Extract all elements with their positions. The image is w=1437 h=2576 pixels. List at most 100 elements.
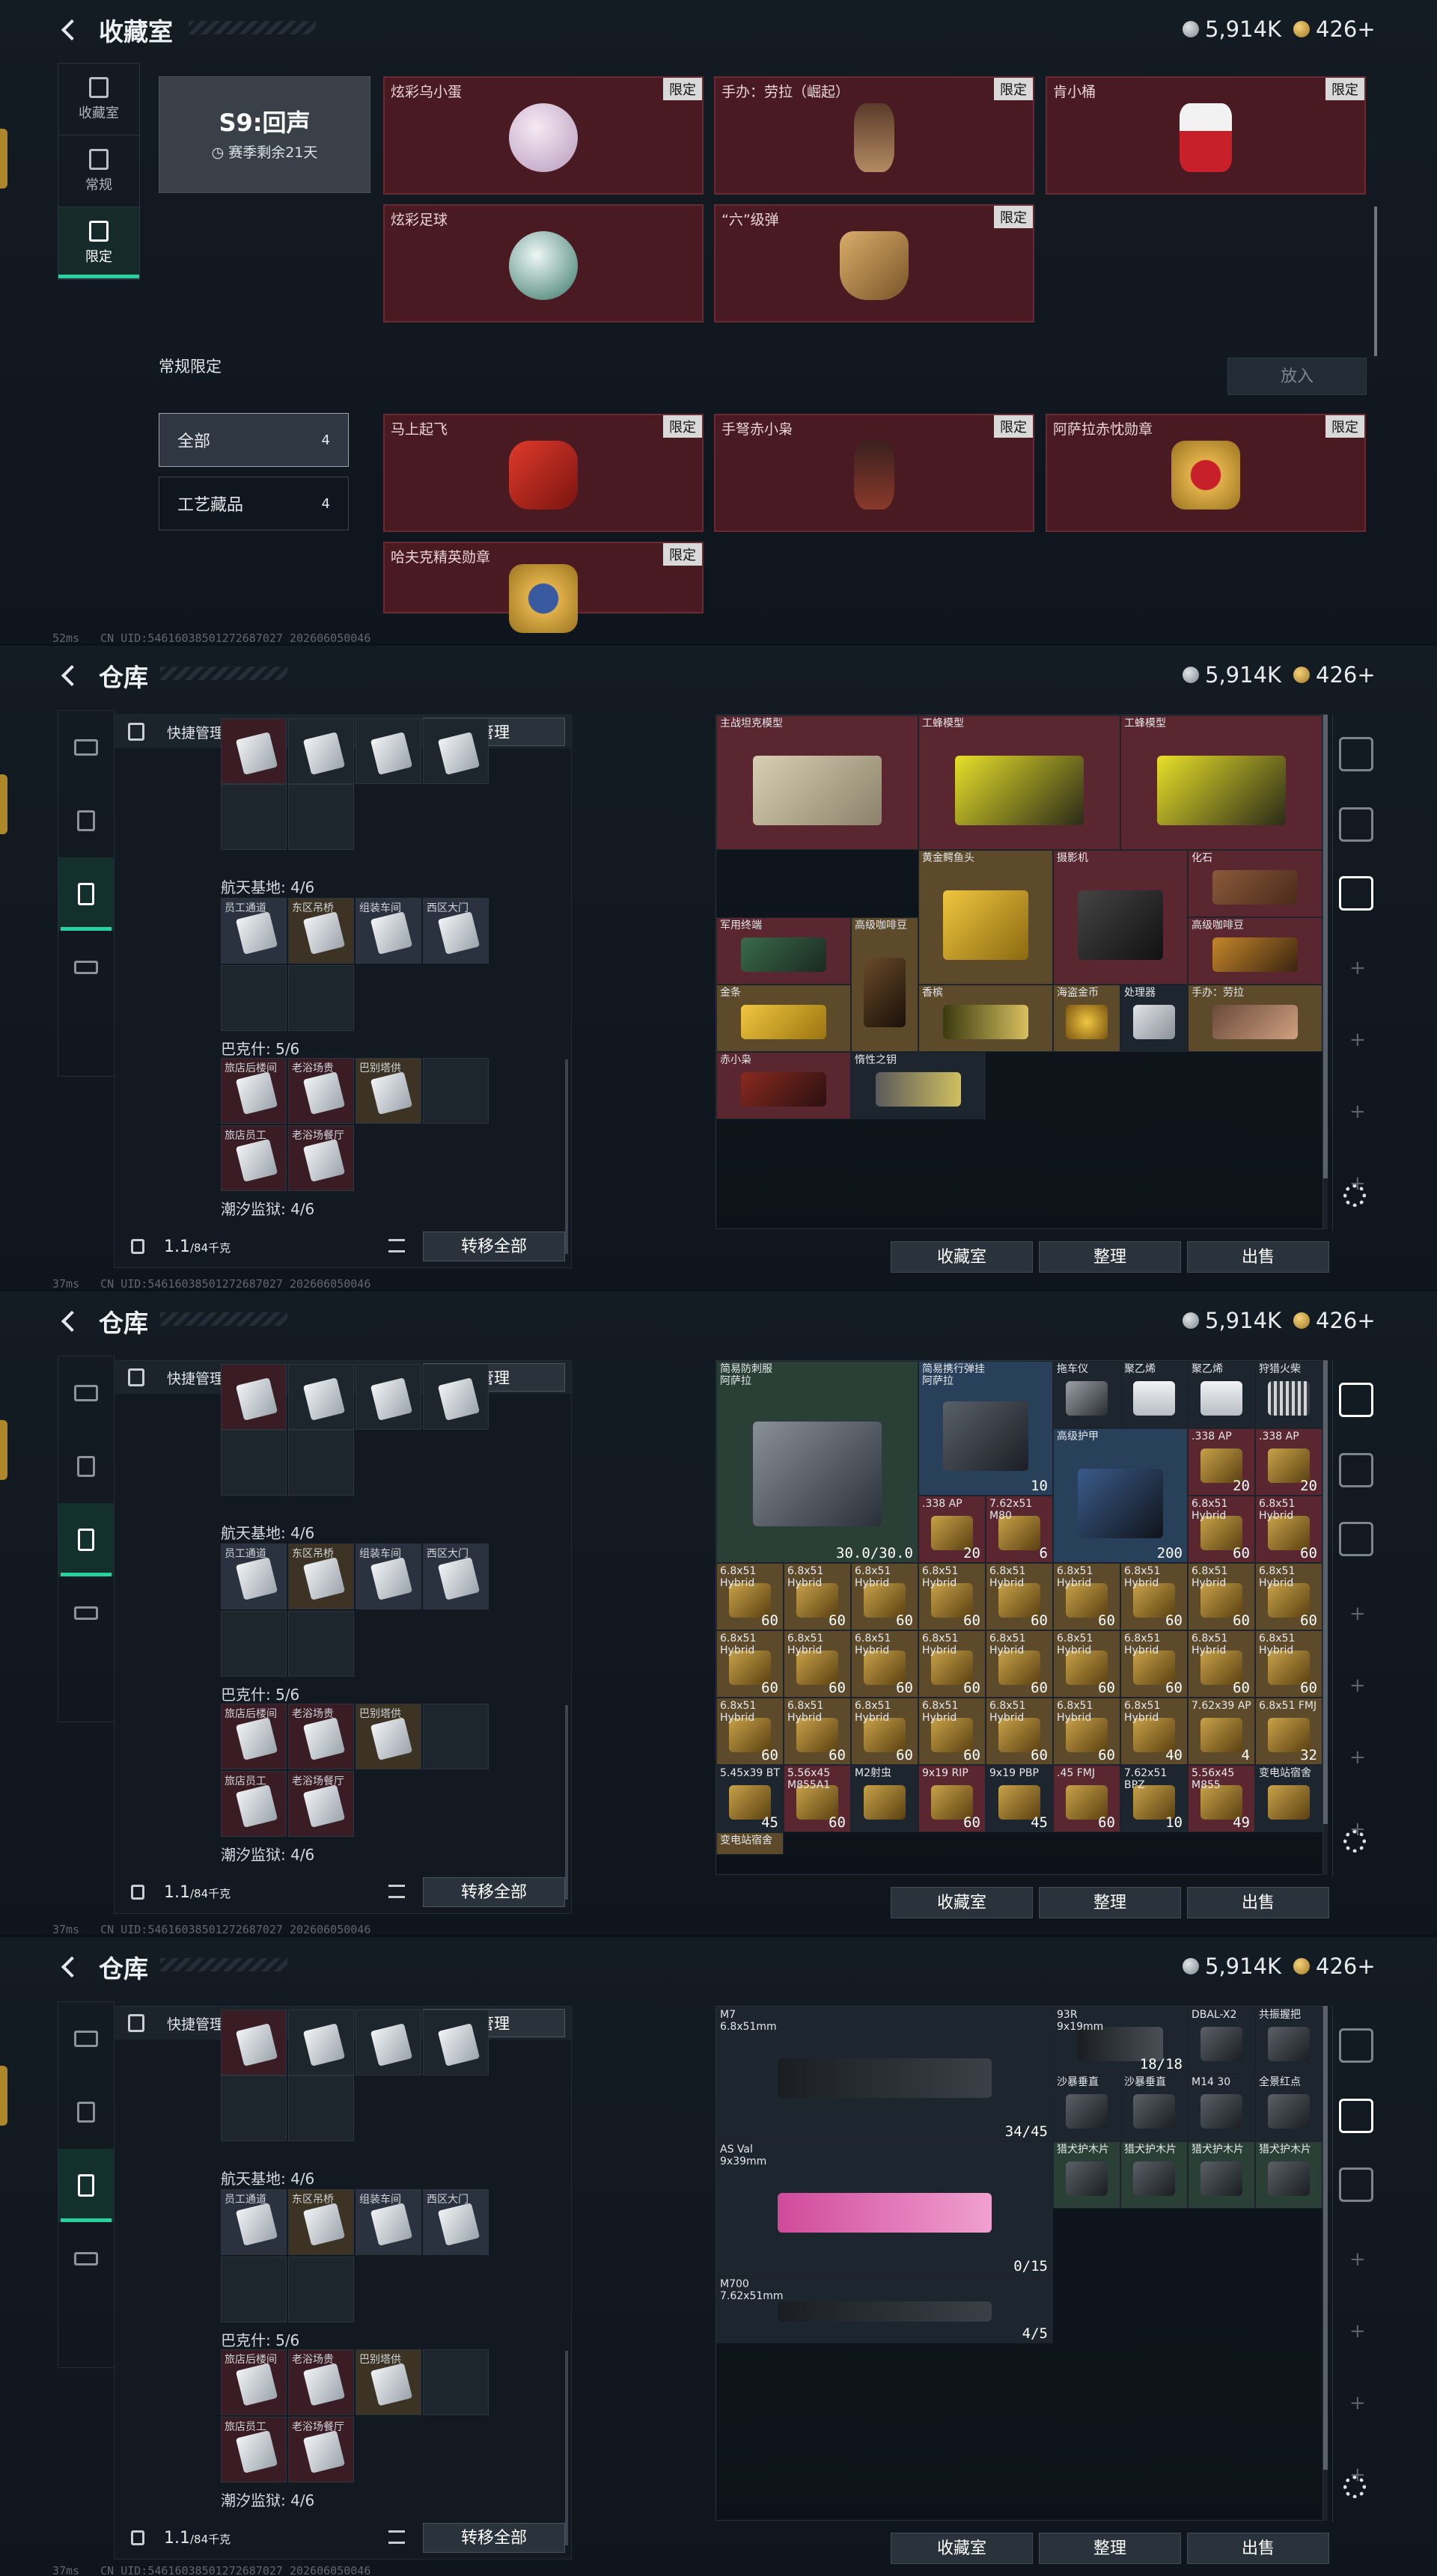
key-card-slot[interactable]: 巴别塔供 bbox=[356, 2349, 421, 2415]
storage-item[interactable]: 主战坦克模型 bbox=[716, 715, 918, 850]
backpack-item[interactable]: 高级护甲 200 bbox=[1053, 1428, 1188, 1563]
tab-limited[interactable]: 限定 bbox=[58, 207, 139, 279]
add-slot-icon[interactable]: + bbox=[1349, 1604, 1366, 1624]
storage-item[interactable]: 高级咖啡豆 bbox=[1188, 917, 1322, 985]
ammo-item[interactable]: 6.8x51 Hybrid 60 bbox=[1255, 1563, 1322, 1630]
collectible-card[interactable]: 阿萨拉赤忱勋章 限定 bbox=[1046, 414, 1366, 532]
rack-icon[interactable] bbox=[1339, 2099, 1373, 2133]
storage-item[interactable]: 香槟 bbox=[918, 985, 1053, 1052]
ammo-item[interactable]: 6.8x51 FMJ 32 bbox=[1255, 1698, 1322, 1765]
key-card-slot[interactable] bbox=[288, 1611, 354, 1677]
sell-button[interactable]: 出售 bbox=[1187, 2533, 1329, 2564]
rig-item[interactable]: 简易携行弹挂 阿萨拉 10 bbox=[918, 1361, 1053, 1496]
key-card-slot[interactable]: 东区吊桥 bbox=[288, 1544, 354, 1609]
ammo-item[interactable]: M2射虫 bbox=[851, 1765, 918, 1832]
shop-icon[interactable] bbox=[1339, 1383, 1373, 1417]
scrollbar[interactable] bbox=[1374, 206, 1377, 356]
storage-item[interactable]: 工蜂模型 bbox=[918, 715, 1120, 850]
attachment-item[interactable]: 全景红点 bbox=[1255, 2074, 1322, 2141]
tab-armor[interactable] bbox=[58, 784, 114, 857]
list-icon[interactable] bbox=[388, 1239, 405, 1252]
collectible-card[interactable]: 肯小桶 限定 bbox=[1046, 76, 1366, 195]
put-in-button[interactable]: 放入 bbox=[1227, 358, 1367, 395]
sort-button[interactable]: 整理 bbox=[1039, 1241, 1181, 1273]
ammo-item[interactable]: 6.8x51 Hybrid 60 bbox=[716, 1563, 784, 1630]
collectible-card[interactable]: 手弩赤小枭 限定 bbox=[714, 414, 1034, 532]
ammo-item[interactable]: 6.8x51 Hybrid 60 bbox=[918, 1698, 986, 1765]
currency-gold[interactable]: 426+ bbox=[1293, 1954, 1376, 1979]
key-card-slot[interactable] bbox=[221, 1364, 287, 1430]
tab-storage[interactable] bbox=[58, 2149, 114, 2222]
add-slot-icon[interactable]: + bbox=[1349, 1748, 1366, 1767]
gear-icon[interactable] bbox=[1343, 1184, 1366, 1207]
key-card-slot[interactable] bbox=[288, 2010, 354, 2075]
key-card-slot[interactable]: 旅店员工 bbox=[221, 2417, 287, 2482]
key-card-slot[interactable] bbox=[221, 2010, 287, 2075]
storage-item[interactable]: 工蜂模型 bbox=[1120, 715, 1322, 850]
key-card-slot[interactable] bbox=[288, 1364, 354, 1430]
gear-icon[interactable] bbox=[1343, 1830, 1366, 1853]
grid-scrollbar[interactable] bbox=[1323, 1360, 1328, 1875]
storage-item[interactable]: 狩猎火柴 bbox=[1255, 1361, 1322, 1428]
cabinet-icon[interactable] bbox=[1339, 2167, 1373, 2202]
add-slot-icon[interactable]: + bbox=[1349, 1102, 1366, 1122]
storage-item[interactable]: 惰性之钥 bbox=[851, 1052, 986, 1119]
ammo-item[interactable]: 6.8x51 Hybrid 60 bbox=[851, 1563, 918, 1630]
key-card-slot[interactable]: 西区大门 bbox=[423, 2189, 489, 2255]
key-card-slot[interactable]: 组装车间 bbox=[356, 2189, 421, 2255]
key-card-slot[interactable] bbox=[356, 1364, 421, 1430]
tab-case[interactable] bbox=[58, 931, 114, 1004]
ammo-item[interactable]: 9x19 PBP 45 bbox=[986, 1765, 1053, 1832]
add-slot-icon[interactable]: + bbox=[1349, 2322, 1366, 2341]
ammo-item[interactable]: 6.8x51 Hybrid 60 bbox=[986, 1698, 1053, 1765]
tab-armor[interactable] bbox=[58, 2075, 114, 2149]
key-card-slot[interactable]: 员工通道 bbox=[221, 898, 287, 964]
key-card-slot[interactable]: 员工通道 bbox=[221, 2189, 287, 2255]
tab-storage[interactable] bbox=[58, 857, 114, 931]
storage-item[interactable]: 聚乙烯 bbox=[1188, 1361, 1255, 1428]
ammo-item[interactable]: .338 AP 20 bbox=[918, 1496, 986, 1563]
key-card-slot[interactable]: 东区吊桥 bbox=[288, 898, 354, 964]
filter-all[interactable]: 全部 4 bbox=[159, 413, 349, 467]
lock-icon[interactable] bbox=[131, 1239, 144, 1254]
add-slot-icon[interactable]: + bbox=[1349, 958, 1366, 978]
ammo-item[interactable]: 6.8x51 Hybrid 60 bbox=[716, 1698, 784, 1765]
key-card-slot[interactable] bbox=[288, 965, 354, 1031]
ammo-item[interactable]: 6.8x51 Hybrid 60 bbox=[986, 1630, 1053, 1698]
list-icon[interactable] bbox=[388, 1885, 405, 1898]
add-slot-icon[interactable]: + bbox=[1349, 2250, 1366, 2269]
storage-item[interactable]: 海盗金币 bbox=[1053, 985, 1120, 1052]
tab-weapons[interactable] bbox=[58, 2002, 114, 2075]
gear-icon[interactable] bbox=[1343, 2476, 1366, 2498]
ammo-item[interactable]: 6.8x51 Hybrid 60 bbox=[1255, 1496, 1322, 1563]
key-card-slot[interactable] bbox=[423, 1704, 489, 1769]
ammo-item[interactable]: 6.8x51 Hybrid 60 bbox=[784, 1630, 851, 1698]
attachment-item[interactable]: M14 30 bbox=[1188, 2074, 1255, 2141]
move-all-button[interactable]: 转移全部 bbox=[423, 2523, 565, 2553]
tab-case[interactable] bbox=[58, 1576, 114, 1650]
cabinet-icon[interactable] bbox=[1339, 876, 1373, 911]
key-card-slot[interactable]: 组装车间 bbox=[356, 1544, 421, 1609]
ammo-item[interactable]: 变电站宿舍 bbox=[716, 1832, 784, 1855]
weapon-item[interactable]: 18/18 93R 9x19mm bbox=[1053, 2007, 1188, 2074]
key-card-slot[interactable]: 老浴场贵 bbox=[288, 1058, 354, 1124]
back-icon[interactable] bbox=[60, 662, 82, 686]
panel-scrollbar[interactable] bbox=[565, 2351, 568, 2545]
key-card-slot[interactable]: 员工通道 bbox=[221, 1544, 287, 1609]
shop-icon[interactable] bbox=[1339, 737, 1373, 771]
ammo-item[interactable]: 6.8x51 Hybrid 60 bbox=[1120, 1563, 1188, 1630]
storage-item[interactable]: 摄影机 bbox=[1053, 850, 1188, 985]
currency-gold[interactable]: 426+ bbox=[1293, 16, 1376, 42]
ammo-item[interactable]: 6.8x51 Hybrid 60 bbox=[1188, 1563, 1255, 1630]
attachment-item[interactable]: DBAL-X2 bbox=[1188, 2007, 1255, 2074]
tab-storage[interactable] bbox=[58, 1503, 114, 1576]
attachment-item[interactable]: 猎犬护木片 bbox=[1188, 2141, 1255, 2209]
key-card-slot[interactable]: 旅店后楼间 bbox=[221, 1704, 287, 1769]
sort-button[interactable]: 整理 bbox=[1039, 1887, 1181, 1918]
storage-item[interactable]: 军用终端 bbox=[716, 917, 851, 985]
ammo-item[interactable]: 5.45x39 BT 45 bbox=[716, 1765, 784, 1832]
ammo-item[interactable]: 6.8x51 Hybrid 60 bbox=[1053, 1630, 1120, 1698]
key-card-slot[interactable] bbox=[423, 2010, 489, 2075]
tab-armor[interactable] bbox=[58, 1430, 114, 1503]
attachment-item[interactable]: 共振握把 bbox=[1255, 2007, 1322, 2074]
